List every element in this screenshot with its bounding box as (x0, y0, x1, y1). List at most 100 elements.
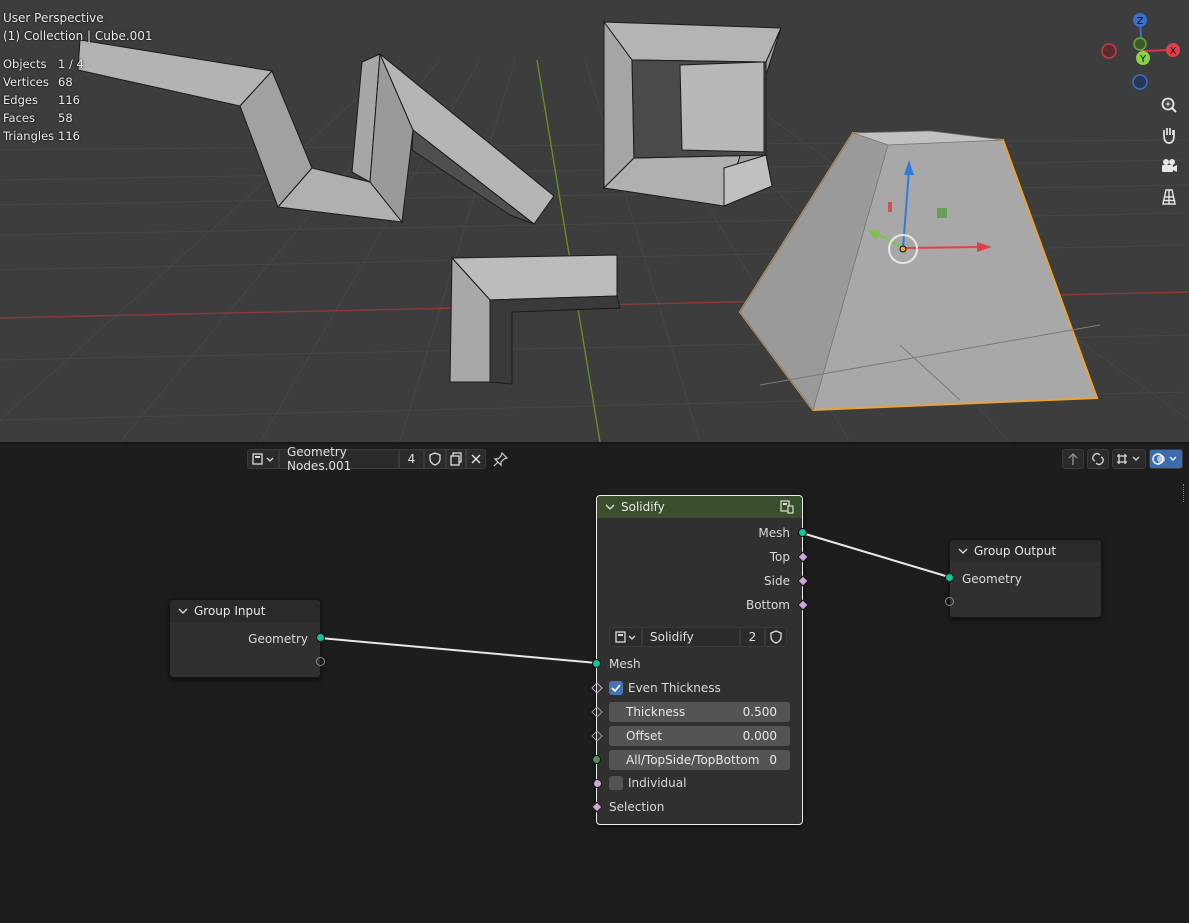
subtree-user-count-label: 2 (748, 630, 757, 644)
geometry-input-label: Geometry (962, 569, 1022, 589)
viewport-info: User Perspective (1) Collection | Cube.0… (3, 9, 153, 45)
top-output-text: Top (769, 550, 790, 564)
individual-check-icon[interactable] (609, 776, 623, 790)
y-label: Y (1139, 54, 1147, 65)
collapse-chevron-icon[interactable] (178, 606, 188, 616)
thickness-label: Thickness (626, 705, 686, 719)
mode-label: All/TopSide/TopBottom (626, 753, 760, 767)
node-tree-name-field[interactable]: Geometry Nodes.001 (279, 445, 399, 473)
subtree-selector: Solidify 2 (609, 627, 787, 647)
viewport-scene[interactable] (0, 0, 1189, 442)
x-label: X (1170, 46, 1177, 57)
l-shape-mesh (449, 254, 621, 385)
overlay-icon[interactable] (1149, 449, 1183, 469)
geometry-node-editor[interactable]: Geometry Nodes.001 4 Group Input Geometr… (0, 444, 1189, 923)
node-tree-icon[interactable] (609, 627, 642, 647)
stat-value: 58 (58, 111, 73, 125)
stat-label: Faces (3, 111, 35, 125)
thickness-field[interactable]: Thickness 0.500 (609, 702, 790, 722)
group-input-header[interactable]: Group Input (170, 600, 320, 622)
fake-user-shield-icon[interactable] (424, 449, 446, 469)
thickness-value: 0.500 (742, 705, 777, 719)
group-input-node[interactable]: Group Input Geometry (169, 599, 325, 678)
geometry-output-socket[interactable] (316, 633, 325, 642)
top-output-socket[interactable] (797, 551, 809, 563)
user-count-label: 4 (407, 452, 416, 466)
even-thickness-checkbox[interactable]: Even Thickness (609, 678, 721, 698)
empty-output-socket[interactable] (316, 657, 325, 666)
individual-label: Individual (628, 776, 687, 790)
subtree-user-count[interactable]: 2 (740, 627, 765, 647)
3d-viewport[interactable]: User Perspective (1) Collection | Cube.0… (0, 0, 1189, 442)
mode-value: 0 (769, 753, 777, 767)
geometry-output-label: Geometry (248, 629, 308, 649)
collapse-chevron-icon[interactable] (605, 502, 615, 512)
mesh-input-socket[interactable] (592, 659, 601, 668)
mesh-output-socket[interactable] (798, 528, 807, 537)
thickness-socket[interactable] (591, 706, 603, 718)
group-output-header[interactable]: Group Output (950, 540, 1101, 562)
bottom-output-label: Bottom (746, 595, 790, 615)
y-axis-line (536, 59, 601, 442)
grid-icon[interactable] (1156, 184, 1182, 210)
stat-row: Faces 58 (3, 109, 84, 127)
subtree-name: Solidify (650, 630, 694, 644)
hand-icon[interactable] (1156, 122, 1182, 148)
link-groupinput-solidify (319, 637, 598, 664)
geometry-input-socket[interactable] (945, 573, 954, 582)
individual-checkbox[interactable]: Individual (609, 773, 686, 793)
bottom-output-socket[interactable] (797, 599, 809, 611)
link-icon[interactable] (1087, 449, 1109, 469)
parent-arrow-icon[interactable] (1062, 449, 1084, 469)
zoom-icon[interactable] (1156, 92, 1182, 118)
navigation-gizmo[interactable]: Z Y X (1095, 8, 1189, 94)
subtree-name-field[interactable]: Solidify (642, 627, 740, 647)
mode-field[interactable]: All/TopSide/TopBottom 0 (609, 750, 790, 770)
node-tree-selector: Geometry Nodes.001 4 (247, 445, 516, 473)
selection-input-label: Selection (609, 797, 664, 817)
fake-user-shield-icon[interactable] (765, 627, 787, 647)
node-group-icon[interactable] (780, 500, 794, 514)
solidify-header[interactable]: Solidify (597, 496, 802, 518)
neg-z-axis-icon (1132, 74, 1148, 90)
mesh-output-label: Mesh (758, 523, 790, 543)
duplicate-icon[interactable] (446, 449, 466, 469)
side-output-text: Side (764, 574, 790, 588)
stat-row: Edges 116 (3, 91, 84, 109)
stat-value: 1 / 4 (58, 57, 84, 71)
neg-y-axis-icon (1133, 37, 1147, 51)
node-tree-icon[interactable] (247, 449, 279, 469)
group-output-title: Group Output (974, 544, 1057, 558)
empty-input-socket[interactable] (945, 597, 954, 606)
solidify-node[interactable]: Solidify Mesh Top Side Bottom Solidify 2… (591, 495, 809, 825)
side-output-label: Side (764, 571, 790, 591)
perspective-label: User Perspective (3, 11, 104, 25)
geometry-output-text: Geometry (248, 632, 308, 646)
selection-input-text: Selection (609, 800, 665, 814)
camera-icon[interactable] (1156, 153, 1182, 179)
individual-socket[interactable] (593, 779, 602, 788)
collapse-chevron-icon[interactable] (958, 546, 968, 556)
close-icon[interactable] (466, 449, 486, 469)
user-count[interactable]: 4 (399, 449, 424, 469)
stat-label: Triangles (3, 129, 55, 143)
sidebar-handle[interactable] (1183, 484, 1187, 502)
group-output-node[interactable]: Group Output Geometry (945, 539, 1102, 618)
neg-x-axis-icon (1101, 43, 1117, 59)
stat-label: Objects (3, 57, 47, 71)
even-thickness-socket[interactable] (591, 682, 603, 694)
stat-row: Objects 1 / 4 (3, 55, 84, 73)
bottom-output-text: Bottom (745, 598, 790, 612)
stat-label: Vertices (3, 75, 49, 89)
mode-socket[interactable] (592, 755, 601, 764)
pin-icon[interactable] (486, 449, 516, 469)
offset-socket[interactable] (591, 730, 603, 742)
mesh-input-text: Mesh (609, 657, 641, 671)
snap-icon[interactable] (1112, 449, 1146, 469)
selection-socket[interactable] (591, 801, 603, 813)
offset-field[interactable]: Offset 0.000 (609, 726, 790, 746)
stat-value: 116 (58, 129, 80, 143)
top-output-label: Top (770, 547, 790, 567)
side-output-socket[interactable] (797, 575, 809, 587)
even-thickness-check-icon[interactable] (609, 681, 623, 695)
